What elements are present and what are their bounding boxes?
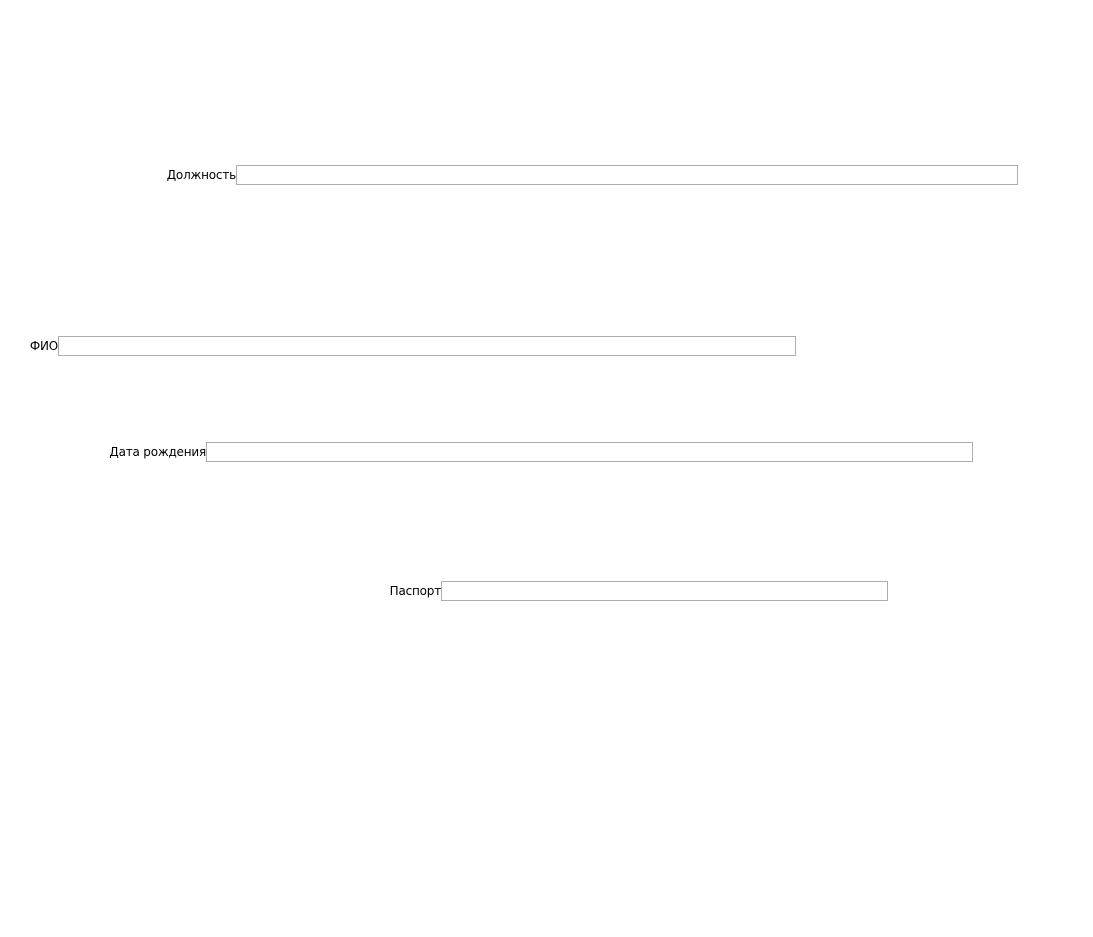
birthdate-input[interactable] xyxy=(206,442,973,462)
fullname-input[interactable] xyxy=(58,336,796,356)
passport-input[interactable] xyxy=(441,581,888,601)
fullname-row: ФИО xyxy=(0,336,796,356)
passport-row: Паспорт xyxy=(0,581,888,601)
position-input[interactable] xyxy=(236,165,1018,185)
passport-label: Паспорт xyxy=(389,584,442,598)
birthdate-label: Дата рождения xyxy=(109,445,206,459)
birthdate-row: Дата рождения xyxy=(0,442,973,462)
position-label: Должность xyxy=(166,168,236,182)
position-row: Должность xyxy=(0,165,1018,185)
fullname-label: ФИО xyxy=(29,339,58,353)
